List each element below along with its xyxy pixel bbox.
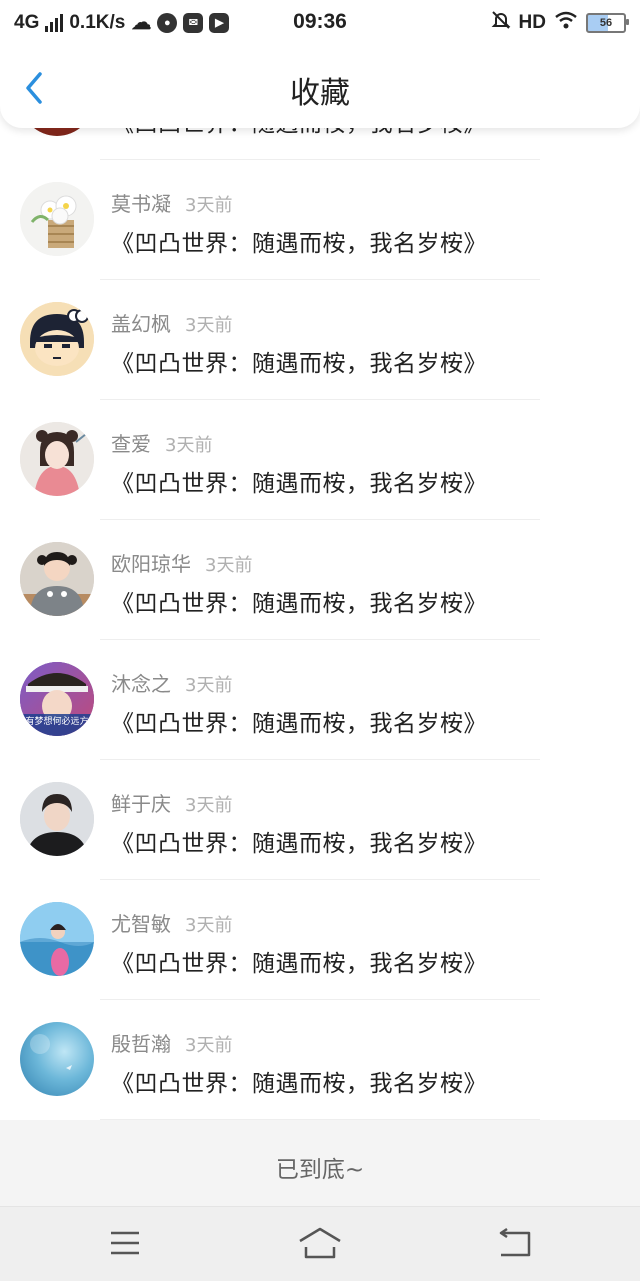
post-time: 3天前 bbox=[185, 675, 233, 696]
mute-bell-icon bbox=[491, 10, 511, 36]
system-nav-bar bbox=[0, 1206, 640, 1281]
status-bar: 4G 0.1K/s ☁ ● ✉ ▶ 09:36 HD 56 bbox=[0, 0, 640, 44]
avatar bbox=[20, 182, 94, 256]
menu-button[interactable] bbox=[95, 1223, 155, 1263]
collection-title: 《凹凸世界：随遇而桉，我名岁桉》 bbox=[111, 351, 487, 377]
status-right: HD 56 bbox=[491, 10, 629, 36]
post-time: 3天前 bbox=[185, 1035, 233, 1056]
author-name[interactable]: 盖幻枫 bbox=[111, 312, 171, 336]
post-time: 3天前 bbox=[165, 435, 213, 456]
favorites-list: 《凹凸世界：随遇而桉，我名岁桉》 莫书凝 3天前 《凹凸世界：随遇而桉，我名岁桉》 bbox=[0, 40, 640, 1120]
author-name[interactable]: 尤智敏 bbox=[111, 912, 171, 936]
list-item[interactable]: 盖幻枫 3天前 《凹凸世界：随遇而桉，我名岁桉》 bbox=[0, 280, 640, 400]
list-item[interactable]: 鲜于庆 3天前 《凹凸世界：随遇而桉，我名岁桉》 bbox=[0, 760, 640, 880]
post-time: 3天前 bbox=[185, 795, 233, 816]
back-icon bbox=[499, 1227, 531, 1257]
avatar bbox=[20, 782, 94, 856]
battery-icon: 56 bbox=[586, 13, 629, 33]
author-name[interactable]: 殷哲瀚 bbox=[111, 1032, 171, 1056]
collection-title: 《凹凸世界：随遇而桉，我名岁桉》 bbox=[111, 471, 487, 497]
avatar-caption: 有梦想何必远方 bbox=[25, 717, 89, 727]
list-item[interactable]: 有梦想何必远方 沐念之 3天前 《凹凸世界：随遇而桉，我名岁桉》 bbox=[0, 640, 640, 760]
list-item[interactable]: 查爱 3天前 《凹凸世界：随遇而桉，我名岁桉》 bbox=[0, 400, 640, 520]
author-name[interactable]: 查爱 bbox=[111, 432, 151, 456]
wifi-icon bbox=[554, 11, 578, 35]
collection-title: 《凹凸世界：随遇而桉，我名岁桉》 bbox=[111, 951, 487, 977]
home-icon bbox=[299, 1227, 341, 1259]
hd-label: HD bbox=[518, 12, 546, 33]
list-item[interactable]: 欧阳琼华 3天前 《凹凸世界：随遇而桉，我名岁桉》 bbox=[0, 520, 640, 640]
page-title: 收藏 bbox=[290, 76, 350, 111]
avatar bbox=[20, 542, 94, 616]
author-name[interactable]: 沐念之 bbox=[111, 672, 171, 696]
avatar bbox=[20, 302, 94, 376]
avatar bbox=[20, 1022, 94, 1096]
app-header: 收藏 bbox=[0, 44, 640, 128]
post-time: 3天前 bbox=[185, 315, 233, 336]
battery-level: 56 bbox=[599, 17, 613, 29]
collection-title: 《凹凸世界：随遇而桉，我名岁桉》 bbox=[111, 711, 487, 737]
author-name[interactable]: 鲜于庆 bbox=[111, 792, 171, 816]
list-item[interactable]: 莫书凝 3天前 《凹凸世界：随遇而桉，我名岁桉》 bbox=[0, 160, 640, 280]
avatar: 有梦想何必远方 bbox=[20, 662, 94, 736]
collection-title: 《凹凸世界：随遇而桉，我名岁桉》 bbox=[111, 831, 487, 857]
post-time: 3天前 bbox=[185, 195, 233, 216]
avatar bbox=[20, 422, 94, 496]
collection-title: 《凹凸世界：随遇而桉，我名岁桉》 bbox=[111, 1071, 487, 1097]
collection-title: 《凹凸世界：随遇而桉，我名岁桉》 bbox=[111, 591, 487, 617]
list-item[interactable]: 殷哲瀚 3天前 《凹凸世界：随遇而桉，我名岁桉》 bbox=[0, 1000, 640, 1120]
list-end-area: 已到底~ bbox=[0, 1120, 640, 1206]
post-time: 3天前 bbox=[185, 915, 233, 936]
home-button[interactable] bbox=[290, 1223, 350, 1263]
menu-icon bbox=[111, 1231, 139, 1255]
collection-title: 《凹凸世界：随遇而桉，我名岁桉》 bbox=[111, 231, 487, 257]
end-of-list-text: 已到底~ bbox=[275, 1157, 365, 1183]
post-time: 3天前 bbox=[205, 555, 253, 576]
avatar bbox=[20, 902, 94, 976]
list-item[interactable]: 尤智敏 3天前 《凹凸世界：随遇而桉，我名岁桉》 bbox=[0, 880, 640, 1000]
author-name[interactable]: 欧阳琼华 bbox=[111, 552, 191, 576]
author-name[interactable]: 莫书凝 bbox=[111, 192, 171, 216]
back-nav-button[interactable] bbox=[485, 1223, 545, 1263]
